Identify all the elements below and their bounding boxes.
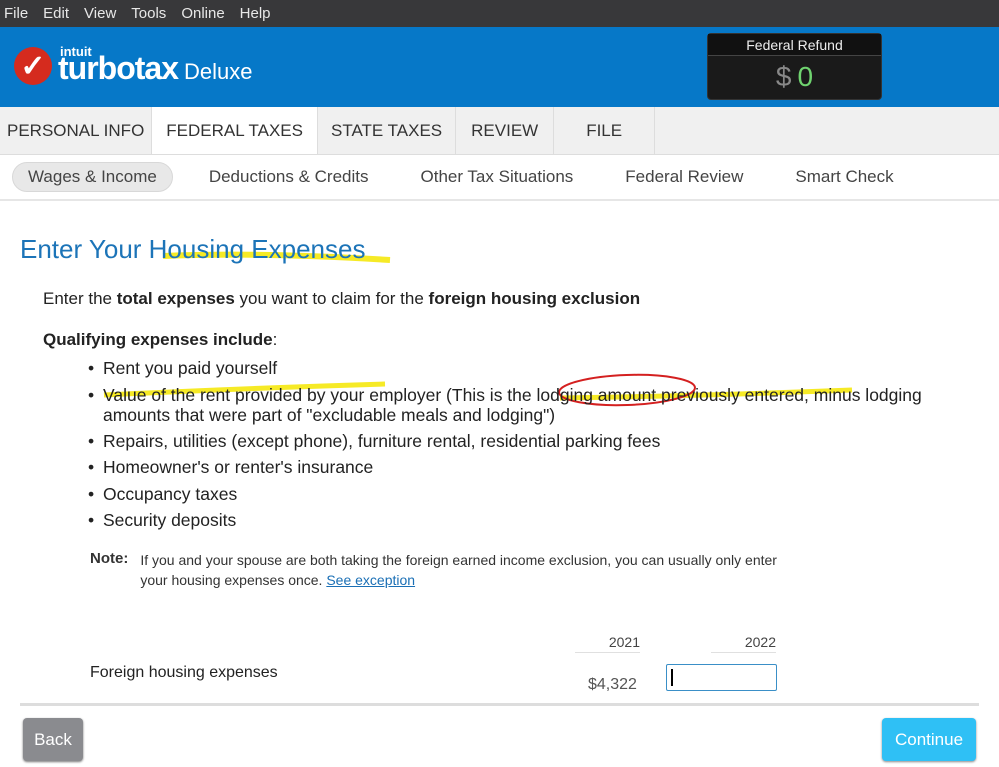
page-title: Enter Your Housing Expenses	[20, 234, 366, 264]
list-item: Occupancy taxes	[88, 481, 988, 508]
note: Note: If you and your spouse are both ta…	[90, 550, 790, 590]
foreign-housing-expenses-input[interactable]	[666, 664, 777, 691]
menu-view[interactable]: View	[84, 5, 116, 22]
tab-review[interactable]: REVIEW	[456, 107, 555, 154]
list-item: Rent you paid yourself	[88, 355, 988, 382]
menu-tools[interactable]: Tools	[131, 5, 166, 22]
list-item: Repairs, utilities (except phone), furni…	[88, 428, 988, 455]
app-header: ✓ intuit turbotax Deluxe Federal Refund $…	[0, 27, 999, 107]
sub-navigation: Wages & Income Deductions & Credits Othe…	[0, 155, 999, 201]
qualifying-heading: Qualifying expenses include:	[43, 330, 278, 349]
menu-help[interactable]: Help	[240, 5, 271, 22]
continue-button[interactable]: Continue	[882, 718, 976, 761]
menu-edit[interactable]: Edit	[43, 5, 69, 22]
tab-file[interactable]: FILE	[554, 107, 656, 154]
menu-online[interactable]: Online	[181, 5, 224, 22]
list-item: Value of the rent provided by your emplo…	[88, 382, 988, 428]
row-label: Foreign housing expenses	[90, 664, 278, 681]
tab-personal-info[interactable]: PERSONAL INFO	[0, 107, 153, 154]
refund-label: Federal Refund	[708, 34, 881, 56]
tab-state-taxes[interactable]: STATE TAXES	[318, 107, 457, 154]
subnav-wages-income[interactable]: Wages & Income	[12, 162, 173, 192]
year-header-2022: 2022	[711, 634, 776, 653]
checkmark-icon: ✓	[14, 47, 52, 85]
menu-bar: File Edit View Tools Online Help	[0, 0, 999, 27]
note-text: If you and your spouse are both taking t…	[140, 552, 777, 588]
see-exception-link[interactable]: See exception	[326, 572, 415, 588]
menu-file[interactable]: File	[4, 5, 28, 22]
list-item: Security deposits	[88, 507, 988, 534]
note-label: Note:	[90, 550, 129, 567]
tab-federal-taxes[interactable]: FEDERAL TAXES	[152, 107, 318, 154]
subnav-other-tax-situations[interactable]: Other Tax Situations	[421, 167, 574, 187]
qualifying-expenses-list: Rent you paid yourself Value of the rent…	[88, 355, 988, 534]
edition-label: Deluxe	[184, 59, 253, 84]
intro-text: Enter the total expenses you want to cla…	[43, 289, 641, 308]
back-button[interactable]: Back	[23, 718, 83, 761]
list-item: Homeowner's or renter's insurance	[88, 454, 988, 481]
subnav-federal-review[interactable]: Federal Review	[625, 167, 743, 187]
turbotax-logo: ✓ intuit turbotax Deluxe	[14, 44, 253, 87]
year-header-2021: 2021	[575, 634, 640, 653]
refund-currency: $	[775, 61, 792, 92]
divider	[20, 703, 979, 706]
subnav-deductions-credits[interactable]: Deductions & Credits	[209, 167, 369, 187]
main-tabs: PERSONAL INFO FEDERAL TAXES STATE TAXES …	[0, 107, 999, 155]
prior-year-value: $4,322	[588, 676, 637, 693]
subnav-smart-check[interactable]: Smart Check	[795, 167, 893, 187]
federal-refund-meter: Federal Refund $0	[707, 33, 882, 100]
refund-amount: 0	[797, 61, 814, 92]
intuit-wordmark: intuit	[60, 44, 92, 59]
